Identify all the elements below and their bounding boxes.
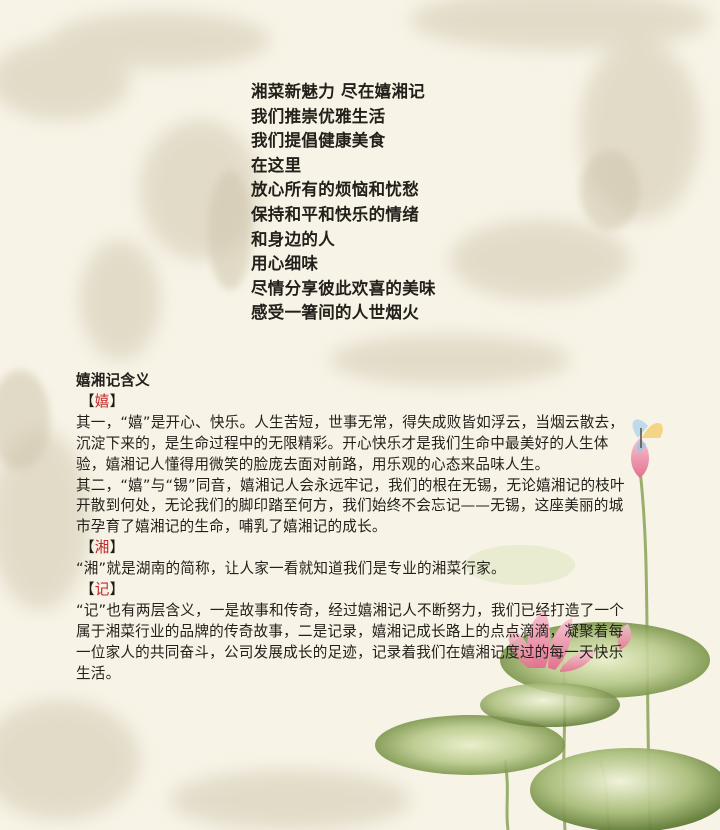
poem-line: 湘菜新魅力 尽在嬉湘记 [251, 82, 426, 101]
key-char: 记 [94, 581, 110, 599]
butterfly-icon [632, 419, 663, 452]
poem-line: 尽情分享彼此欢喜的美味 [251, 278, 436, 298]
poem-line: 和身边的人 [251, 229, 335, 249]
paragraph: 其一，“嬉”是开心、快乐。人生苦短，世事无常，得失成败皆如浮云，当烟云散去，沉淀… [76, 413, 625, 473]
poem-line: 我们提倡健康美食 [251, 131, 386, 151]
key-char: 湘 [94, 539, 110, 557]
article-heading: 嬉湘记含义 [76, 372, 150, 389]
slogan-poem: 湘菜新魅力 尽在嬉湘记 我们推崇优雅生活 我们提倡健康美食 在这里 放心所有的烦… [251, 80, 436, 326]
paragraph: “湘”就是湖南的简称，让人家一看就知道我们是专业的湘菜行家。 [76, 560, 506, 578]
poem-line: 保持和平和快乐的情绪 [251, 204, 419, 224]
section-key-xiang: 【湘】 [80, 539, 125, 557]
poem-line: 我们推崇优雅生活 [251, 106, 386, 126]
key-char: 嬉 [94, 392, 110, 410]
section-key-xi: 【嬉】 [80, 392, 125, 410]
brand-meaning-article: 嬉湘记含义 【嬉】 其一，“嬉”是开心、快乐。人生苦短，世事无常，得失成败皆如浮… [76, 371, 632, 685]
poem-line: 放心所有的烦恼和忧愁 [251, 180, 419, 200]
paragraph: “记”也有两层含义，一是故事和传奇，经过嬉湘记人不断努力，我们已经打造了一个属于… [76, 601, 625, 682]
section-key-ji: 【记】 [80, 581, 125, 599]
poem-line: 用心细味 [251, 254, 319, 274]
poem-line: 感受一箸间的人世烟火 [251, 303, 419, 323]
poem-line: 在这里 [251, 155, 302, 175]
paragraph: 其二，“嬉”与“锡”同音，嬉湘记人会永远牢记，我们的根在无锡，无论嬉湘记的枝叶开… [76, 476, 625, 536]
